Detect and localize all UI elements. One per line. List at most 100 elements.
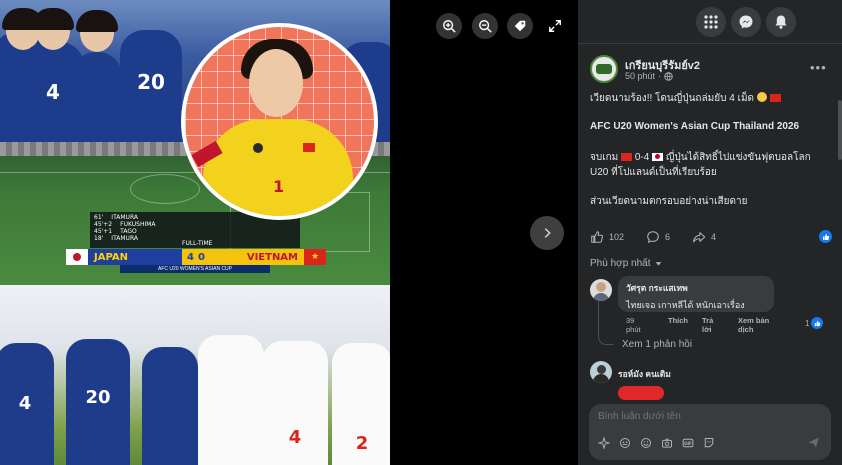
panel-scrollbar[interactable] [838, 100, 842, 160]
next-photo-button[interactable] [530, 216, 564, 250]
sparkle-icon [597, 436, 610, 449]
comment-reply-button[interactable]: Trả lời [702, 316, 713, 334]
comment-time-line: phút [626, 325, 641, 334]
photo-bottom-lineup: 4 20 4 2 [0, 285, 390, 465]
grid-menu-icon [704, 15, 718, 29]
fullscreen-button[interactable] [542, 13, 568, 39]
thumbs-up-icon [822, 233, 829, 240]
avatar-button[interactable] [618, 436, 631, 449]
caret-down-icon [655, 262, 661, 266]
gif-icon: GIF [682, 438, 693, 447]
jersey-number: 2 [355, 433, 369, 454]
comment-sticker-peek [618, 386, 664, 400]
zoom-out-button[interactable] [472, 13, 498, 39]
reply-label-line: lời [702, 325, 712, 334]
post-photo[interactable]: 4 20 61' ITAMURA 45'+2 FUKUSHIMA 45'+1 TAGO [0, 0, 390, 465]
scorer-minute: 61' [94, 214, 104, 221]
smiley-icon [640, 437, 651, 448]
competition-strip: AFC U20 WOMEN'S ASIAN CUP [120, 265, 270, 273]
comment-composer: GIF [589, 404, 831, 460]
translate-label-line: Xem bản [738, 316, 770, 325]
scorer-name: FUKUSHIMA [120, 221, 156, 228]
comment-reaction-count[interactable]: 1 [805, 317, 824, 329]
tag-icon [514, 20, 526, 32]
share-arrow-icon [693, 232, 706, 243]
send-icon [808, 437, 819, 448]
translate-label-line: dịch [738, 325, 754, 334]
comment-like-button[interactable]: Thích [668, 316, 688, 325]
player-figure: 2 [332, 343, 390, 465]
chevron-right-icon [544, 228, 551, 238]
reply-label-line: Trả [702, 316, 714, 325]
post-title: AFC U20 Women's Asian Cup Thailand 2026 [590, 121, 800, 132]
share-button[interactable]: 4 [692, 230, 716, 244]
comment-button[interactable]: 6 [646, 230, 670, 244]
emoji-button[interactable] [639, 436, 652, 449]
dot-separator: · [658, 71, 662, 81]
notifications-button[interactable] [766, 7, 796, 37]
post-time-text: 50 phút [625, 71, 656, 81]
post-text-line: จบเกม 0-4 ญี่ปุ่นได้สิทธิ์ไปแข่งขันฟุตบอ… [590, 150, 811, 165]
player-figure [72, 10, 122, 142]
japan-flag-icon [66, 249, 88, 265]
vietnam-flag-icon: ★ [304, 249, 326, 265]
match-status: FULL-TIME [182, 240, 213, 247]
post-text-line3b: U20 ที่โปแลนด์เป็นที่เรียบร้อย [590, 167, 717, 178]
comment-count: 6 [665, 232, 671, 242]
globe-icon [664, 71, 673, 81]
player-figure [142, 347, 198, 465]
thumbs-up-icon [591, 231, 603, 243]
view-replies-link[interactable]: Xem 1 phản hồi [622, 339, 692, 350]
post-text-line4: ส่วนเวียดนามตกรอบอย่างน่าเสียดาย [590, 196, 748, 207]
post-timestamp[interactable]: 50 phút · [625, 71, 673, 81]
messenger-button[interactable] [731, 7, 761, 37]
page-avatar[interactable] [590, 55, 618, 83]
scorer-minute: 45'+1 [94, 228, 113, 235]
avatar-sticker-button[interactable] [597, 436, 610, 449]
send-comment-button[interactable] [807, 436, 821, 450]
home-score: 4 [187, 251, 194, 263]
gif-button[interactable]: GIF [681, 436, 694, 449]
comment-time[interactable]: 39 phút [626, 316, 641, 334]
commenter-avatar[interactable] [590, 361, 612, 383]
photo-button[interactable] [660, 436, 673, 449]
post-text-fragment: ญี่ปุ่นได้สิทธิ์ไปแข่งขันฟุตบอลโลก [665, 152, 811, 163]
post-text-fragment: จบเกม [590, 152, 619, 163]
menu-button[interactable] [696, 7, 726, 37]
sort-label: Phù hợp nhất [590, 258, 651, 269]
commenter-avatar[interactable] [590, 279, 612, 301]
scorer-minute: 45'+2 [94, 221, 113, 228]
score-bar: JAPAN 4 0 VIETNAM ★ [66, 249, 326, 265]
zoom-in-button[interactable] [436, 13, 462, 39]
avatar-face-icon [619, 437, 630, 448]
like-button[interactable]: 102 [590, 230, 624, 244]
notifications-bell-icon [775, 15, 787, 29]
sponsor-logo-icon [253, 143, 263, 153]
post-side-panel: เกรียนบุรีรัมย์v2 50 phút · ••• เวียดนาม… [578, 0, 842, 465]
comment-sort-dropdown[interactable]: Phù hợp nhất [590, 258, 662, 269]
tag-button[interactable] [507, 13, 533, 39]
post-text-line: เวียดนามร้อง!! โดนญี่ปุ่นถล่มยับ 4 เม็ด [590, 91, 781, 106]
comment-time-line: 39 [626, 316, 635, 325]
japan-flag-icon [652, 153, 664, 161]
comment-translate-button[interactable]: Xem bản dịch [738, 316, 769, 334]
like-reaction-badge[interactable] [819, 230, 832, 243]
sticker-button[interactable] [702, 436, 715, 449]
post-score-text: 0-4 [634, 152, 650, 163]
sad-face-emoji-icon [756, 92, 767, 102]
player-figure: 4 [0, 343, 54, 465]
jersey-number: 20 [85, 387, 111, 408]
camera-icon [661, 438, 672, 448]
comment-input[interactable] [598, 411, 798, 422]
jersey-number: 1 [273, 177, 285, 196]
commenter-name[interactable]: รอห์มัง คนเดิม [618, 367, 671, 381]
post-options-button[interactable]: ••• [810, 60, 827, 75]
jersey-number: 20 [137, 70, 165, 94]
more-dots-icon: ••• [810, 60, 827, 75]
commenter-name[interactable]: วัศรุต กระแสเทพ [626, 281, 766, 295]
post-text-line1: เวียดนามร้อง!! โดนญี่ปุ่นถล่มยับ 4 เม็ด [590, 93, 755, 104]
messenger-icon [739, 15, 753, 29]
player-figure: 20 [120, 30, 182, 142]
share-count: 4 [711, 232, 717, 242]
fullscreen-icon [549, 20, 561, 32]
